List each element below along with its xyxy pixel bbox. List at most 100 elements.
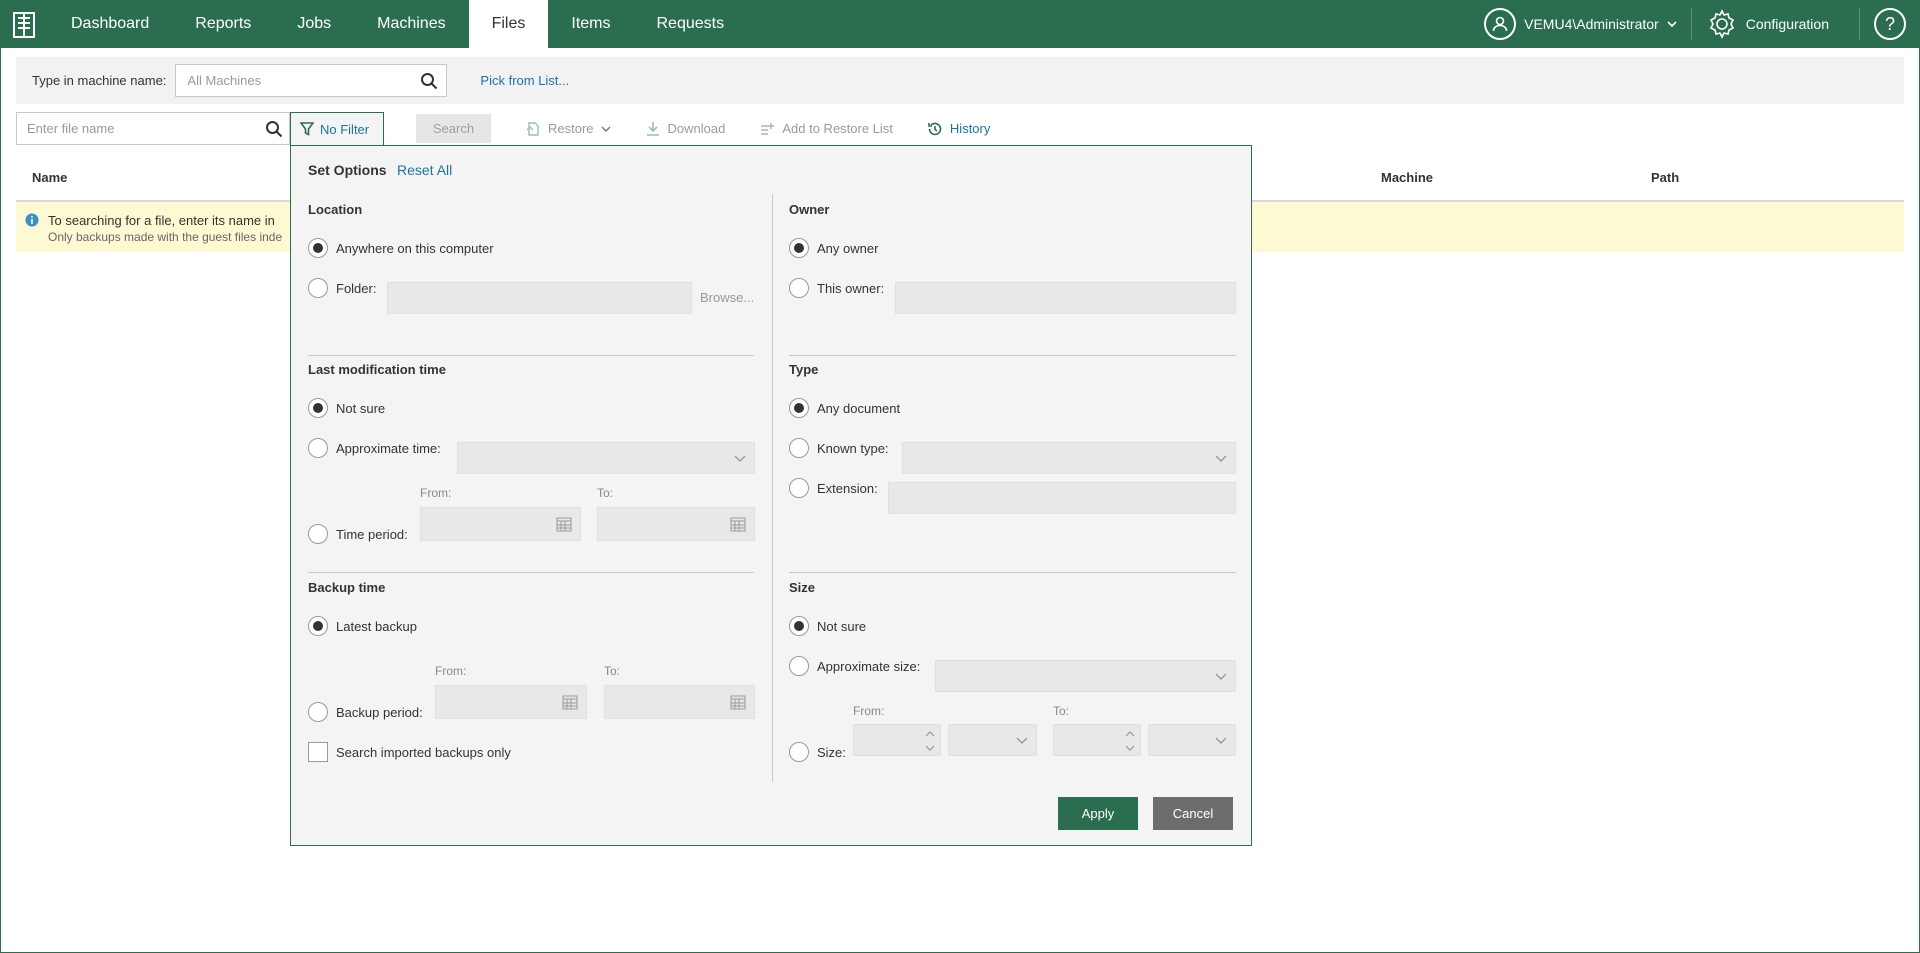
chevron-down-icon <box>1215 673 1227 680</box>
size-to-stepper[interactable] <box>1053 724 1141 756</box>
radio-unselected[interactable] <box>789 278 809 298</box>
location-folder-radio[interactable]: Folder: <box>308 278 376 298</box>
user-menu[interactable]: VEMU4\Administrator <box>1484 8 1691 40</box>
nav-items[interactable]: Items <box>548 0 633 48</box>
machine-selector-row: Type in machine name: All Machines Pick … <box>16 57 1904 104</box>
location-anywhere-radio[interactable]: Anywhere on this computer <box>308 238 494 258</box>
stepper-arrows-icon[interactable] <box>1124 728 1136 754</box>
radio-unselected[interactable] <box>308 702 328 722</box>
apply-button[interactable]: Apply <box>1058 797 1138 830</box>
radio-unselected[interactable] <box>308 438 328 458</box>
backup-latest-radio[interactable]: Latest backup <box>308 616 417 636</box>
radio-unselected[interactable] <box>789 438 809 458</box>
file-input-placeholder: Enter file name <box>27 121 115 136</box>
search-icon[interactable] <box>420 72 438 90</box>
radio-selected[interactable] <box>789 238 809 258</box>
modification-not-sure-radio[interactable]: Not sure <box>308 398 385 418</box>
extension-field[interactable] <box>888 482 1236 514</box>
history-button[interactable]: History <box>927 121 990 137</box>
column-header-path[interactable]: Path <box>1651 170 1679 185</box>
radio-selected[interactable] <box>308 398 328 418</box>
radio-selected[interactable] <box>789 616 809 636</box>
modification-period-radio[interactable]: Time period: <box>308 524 408 544</box>
reset-all-link[interactable]: Reset All <box>397 162 452 178</box>
imported-only-checkbox[interactable]: Search imported backups only <box>308 742 511 762</box>
nav-requests[interactable]: Requests <box>634 0 748 48</box>
calendar-icon[interactable] <box>730 694 746 710</box>
column-header-name[interactable]: Name <box>32 170 67 185</box>
radio-unselected[interactable] <box>308 278 328 298</box>
chevron-down-icon <box>1667 21 1677 28</box>
restore-button[interactable]: Restore <box>525 121 611 137</box>
panel-title: Set Options <box>308 162 387 178</box>
browse-button[interactable]: Browse... <box>700 290 754 305</box>
section-divider <box>308 572 754 573</box>
checkbox-unchecked[interactable] <box>308 742 328 762</box>
calendar-icon[interactable] <box>730 516 746 532</box>
backup-period-radio[interactable]: Backup period: <box>308 702 423 722</box>
known-type-dropdown[interactable] <box>902 442 1236 474</box>
backup-to-date[interactable] <box>604 685 755 719</box>
modification-approx-label: Approximate time: <box>336 440 441 456</box>
folder-path-field[interactable] <box>387 282 692 314</box>
location-anywhere-label: Anywhere on this computer <box>336 240 494 256</box>
imported-only-label: Search imported backups only <box>336 744 511 760</box>
add-list-icon <box>761 122 775 135</box>
help-button[interactable]: ? <box>1874 8 1906 40</box>
section-divider <box>789 572 1236 573</box>
size-range-radio[interactable]: Size: <box>789 742 846 762</box>
owner-this-label: This owner: <box>817 280 885 296</box>
nav-files[interactable]: Files <box>468 0 549 48</box>
size-not-sure-radio[interactable]: Not sure <box>789 616 866 636</box>
type-extension-radio[interactable]: Extension: <box>789 478 878 498</box>
calendar-icon[interactable] <box>556 516 572 532</box>
add-to-restore-list-button[interactable]: Add to Restore List <box>759 121 893 137</box>
type-known-radio[interactable]: Known type: <box>789 438 889 458</box>
backup-latest-label: Latest backup <box>336 618 417 634</box>
nav-separator <box>1859 8 1860 40</box>
stepper-arrows-icon[interactable] <box>924 728 936 754</box>
nav-reports[interactable]: Reports <box>172 0 274 48</box>
cancel-button[interactable]: Cancel <box>1153 797 1233 830</box>
type-any-radio[interactable]: Any document <box>789 398 900 418</box>
approx-size-dropdown[interactable] <box>935 660 1236 692</box>
file-name-input[interactable]: Enter file name <box>16 112 290 145</box>
radio-unselected[interactable] <box>789 478 809 498</box>
radio-unselected[interactable] <box>308 524 328 544</box>
size-approx-radio[interactable]: Approximate size: <box>789 656 920 676</box>
owner-this-radio[interactable]: This owner: <box>789 278 884 298</box>
type-title: Type <box>789 362 819 377</box>
calendar-icon[interactable] <box>562 694 578 710</box>
files-toolbar: Enter file name No Filter Search Restore… <box>16 112 990 145</box>
radio-unselected[interactable] <box>789 742 809 762</box>
radio-selected[interactable] <box>789 398 809 418</box>
nav-jobs[interactable]: Jobs <box>274 0 354 48</box>
approx-time-dropdown[interactable] <box>457 442 755 474</box>
nav-dashboard[interactable]: Dashboard <box>48 0 172 48</box>
size-from-stepper[interactable] <box>853 724 941 756</box>
configuration-button[interactable]: Configuration <box>1692 8 1859 40</box>
filter-options-panel: Set Options Reset All Location Anywhere … <box>290 145 1252 846</box>
machine-label: Type in machine name: <box>32 73 167 88</box>
modification-from-date[interactable] <box>420 507 581 541</box>
nav-machines[interactable]: Machines <box>354 0 468 48</box>
modification-approx-radio[interactable]: Approximate time: <box>308 438 441 458</box>
backup-from-date[interactable] <box>435 685 587 719</box>
download-icon <box>646 121 659 136</box>
column-header-machine[interactable]: Machine <box>1381 170 1433 185</box>
app-logo-icon[interactable] <box>0 0 48 48</box>
search-icon[interactable] <box>265 120 283 138</box>
size-from-unit-dropdown[interactable] <box>948 724 1037 756</box>
owner-name-field[interactable] <box>895 282 1236 314</box>
machine-search-input[interactable]: All Machines <box>175 64 448 97</box>
search-button[interactable]: Search <box>416 114 491 143</box>
radio-unselected[interactable] <box>789 656 809 676</box>
modification-to-date[interactable] <box>597 507 755 541</box>
owner-any-radio[interactable]: Any owner <box>789 238 878 258</box>
radio-selected[interactable] <box>308 616 328 636</box>
download-button[interactable]: Download <box>645 121 725 137</box>
filter-button[interactable]: No Filter <box>290 112 384 145</box>
size-to-unit-dropdown[interactable] <box>1148 724 1236 756</box>
pick-from-list-link[interactable]: Pick from List... <box>480 73 569 88</box>
radio-selected[interactable] <box>308 238 328 258</box>
